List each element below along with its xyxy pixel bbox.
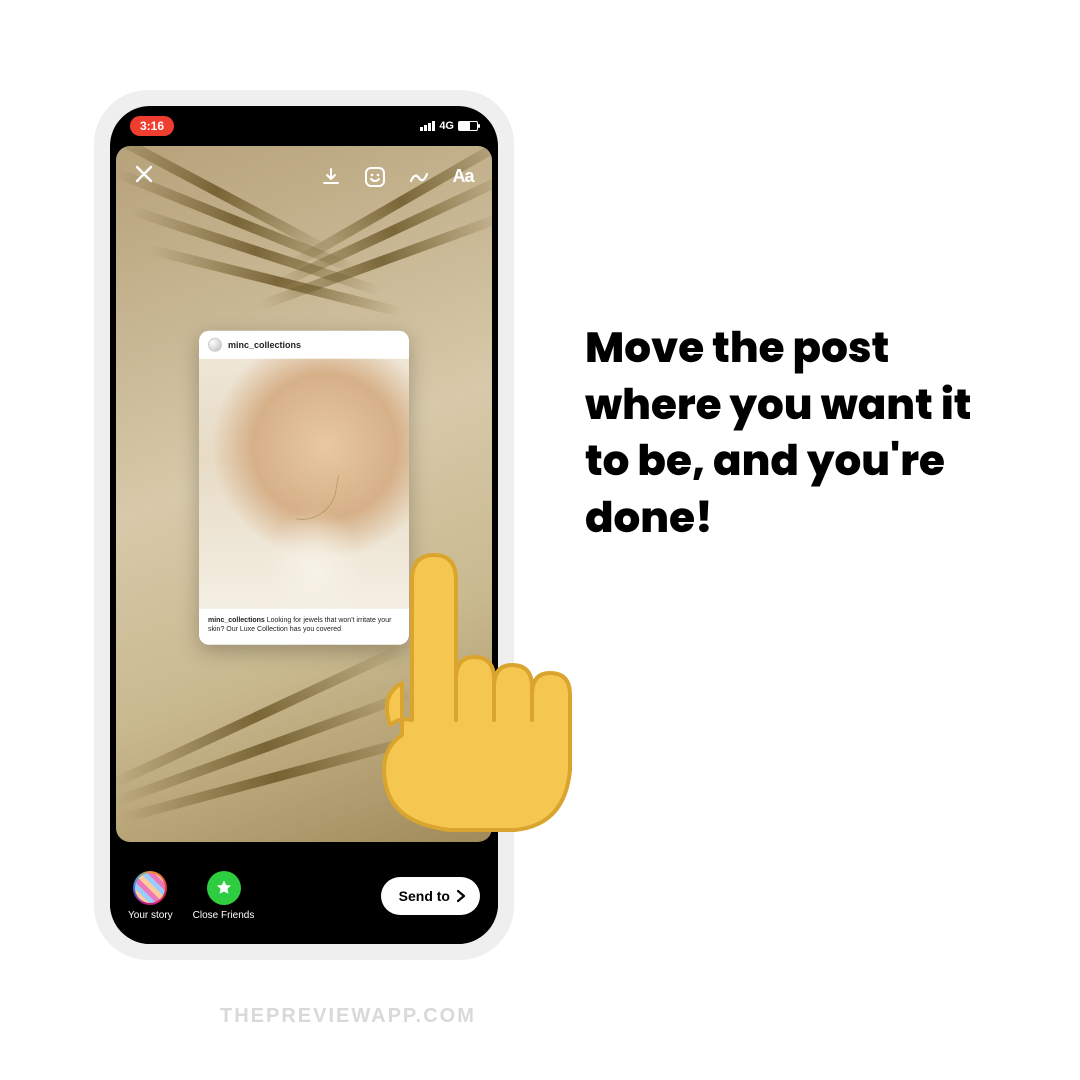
chevron-right-icon xyxy=(454,889,468,903)
phone-notch xyxy=(214,106,394,134)
post-image xyxy=(199,359,409,609)
close-friends-button[interactable]: Close Friends xyxy=(193,871,255,921)
close-friends-star-icon xyxy=(207,871,241,905)
phone-screen: 3:16 4G xyxy=(110,106,498,944)
close-friends-label: Close Friends xyxy=(193,910,255,921)
status-network: 4G xyxy=(439,120,454,132)
sticker-icon[interactable] xyxy=(364,166,386,188)
download-icon[interactable] xyxy=(320,166,342,188)
send-to-button[interactable]: Send to xyxy=(381,877,480,915)
post-avatar xyxy=(208,338,222,352)
post-caption-user: minc_collections xyxy=(208,617,265,624)
phone-frame: 3:16 4G xyxy=(94,90,514,960)
send-to-label: Send to xyxy=(399,888,450,904)
signal-icon xyxy=(420,121,435,131)
your-story-avatar-icon xyxy=(133,871,167,905)
battery-icon xyxy=(458,121,478,131)
post-caption: minc_collections Looking for jewels that… xyxy=(199,609,409,645)
close-button[interactable] xyxy=(134,164,154,189)
status-right: 4G xyxy=(420,120,478,132)
watermark: THEPREVIEWAPP.COM xyxy=(220,1005,476,1028)
status-time-recording: 3:16 xyxy=(130,116,174,136)
post-header: minc_collections xyxy=(199,331,409,359)
text-tool-button[interactable]: Aa xyxy=(452,166,474,188)
story-editor-toolbar: Aa xyxy=(116,164,492,189)
story-background[interactable]: Aa minc_collections minc_collections Loo… xyxy=(116,146,492,842)
instruction-text: Move the post where you want it to be, a… xyxy=(585,320,985,547)
post-username: minc_collections xyxy=(228,340,301,350)
your-story-button[interactable]: Your story xyxy=(128,871,173,921)
your-story-label: Your story xyxy=(128,910,173,921)
story-share-bar: Your story Close Friends Send to xyxy=(110,848,498,944)
draw-icon[interactable] xyxy=(408,166,430,188)
shared-post-sticker[interactable]: minc_collections minc_collections Lookin… xyxy=(199,331,409,645)
